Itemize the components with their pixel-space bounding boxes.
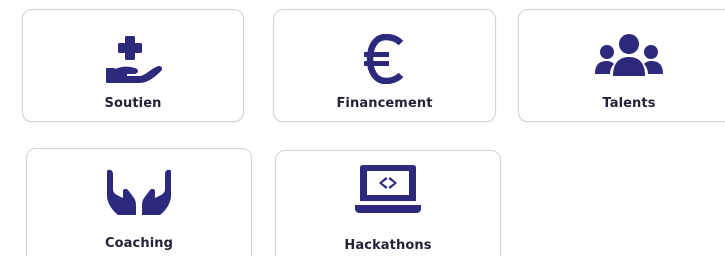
card-soutien[interactable]: Soutien bbox=[22, 9, 244, 122]
card-label: Talents bbox=[602, 96, 656, 111]
card-talents[interactable]: Talents bbox=[518, 9, 725, 122]
users-group-icon bbox=[593, 30, 665, 84]
card-label: Financement bbox=[336, 96, 433, 111]
euro-icon bbox=[363, 34, 407, 84]
open-hands-icon bbox=[104, 167, 174, 217]
services-grid: Soutien Financement Talents Coaching Hac… bbox=[0, 0, 725, 256]
card-label: Soutien bbox=[104, 96, 162, 111]
card-label: Coaching bbox=[104, 236, 174, 251]
hand-plus-icon bbox=[103, 34, 163, 86]
card-financement[interactable]: Financement bbox=[273, 9, 496, 122]
card-label: Hackathons bbox=[344, 238, 432, 253]
card-hackathons[interactable]: Hackathons bbox=[275, 150, 501, 256]
laptop-code-icon bbox=[353, 163, 423, 217]
card-coaching[interactable]: Coaching bbox=[26, 148, 252, 256]
